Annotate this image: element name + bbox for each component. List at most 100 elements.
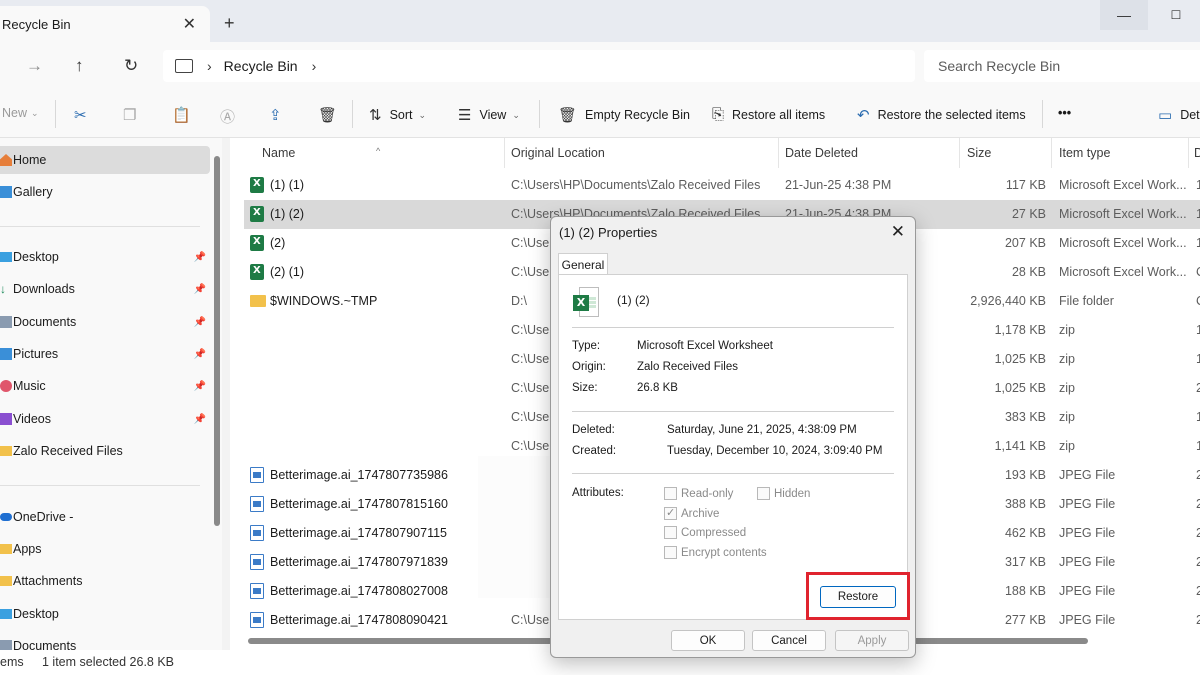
pin-icon[interactable]: 📌 [194,317,206,328]
readonly-checkbox[interactable]: Read-only [664,487,733,500]
compressed-checkbox[interactable]: Compressed [664,526,746,539]
sidebar-item-apps[interactable]: Apps [0,535,210,563]
item-count: ems [0,655,24,669]
share-button[interactable]: ⇪ [269,106,290,124]
encrypt-checkbox[interactable]: Encrypt contents [664,546,767,559]
more-options-button[interactable]: ••• [1058,106,1071,120]
chevron-right-icon[interactable]: › [207,58,212,74]
search-input[interactable]: Search Recycle Bin [924,50,1200,82]
sidebar-item-documents[interactable]: Documents 📌 [0,308,210,336]
divider [572,473,894,474]
image-file-icon [250,554,264,570]
column-divider[interactable] [959,138,960,168]
close-icon[interactable]: ✕ [891,222,905,242]
cell-name: (1) (1) [270,178,305,192]
pin-icon[interactable]: 📌 [194,414,206,425]
delete-button[interactable]: 🗑 [318,106,345,124]
restore-selected-button[interactable]: ↶ Restore the selected items [857,106,1026,124]
maximize-button[interactable]: ☐ [1152,0,1200,30]
column-divider[interactable] [1188,138,1189,168]
sidebar-item-zalo[interactable]: Zalo Received Files [0,437,210,465]
documents-icon [0,316,12,328]
tab-recycle-bin[interactable]: Recycle Bin ✕ [0,6,210,42]
sidebar-item-music[interactable]: Music 📌 [0,372,210,400]
this-pc-icon[interactable] [175,59,193,73]
address-bar[interactable]: › Recycle Bin › [163,50,915,82]
column-header-name[interactable]: Name [262,146,295,160]
paste-button[interactable]: 📋 [172,106,199,124]
new-button[interactable]: New ⌄ [2,106,39,120]
up-arrow-icon[interactable]: ↑ [75,56,84,76]
close-tab-icon[interactable]: ✕ [183,14,196,34]
column-header-size[interactable]: Size [967,146,991,160]
cell-size: 193 KB [1004,468,1046,482]
view-icon: ☰ [458,107,472,124]
column-header-row: Name ^ Original Location Date Deleted Si… [230,138,1200,168]
cell-extra: 2 [1196,381,1200,395]
sidebar-scrollbar[interactable] [214,156,220,526]
column-header-extra[interactable]: D [1194,146,1200,160]
sidebar-item-attachments[interactable]: Attachments [0,567,210,595]
sidebar-item-gallery[interactable]: Gallery [0,178,210,206]
cancel-button[interactable]: Cancel [752,630,826,651]
sidebar-item-desktop[interactable]: Desktop 📌 [0,243,210,271]
column-header-location[interactable]: Original Location [511,146,605,160]
column-header-type[interactable]: Item type [1059,146,1110,160]
restore-selected-label: Restore the selected items [877,108,1026,122]
gallery-icon [0,186,12,198]
sidebar-item-onedrive-documents[interactable]: Documents [0,632,210,650]
cell-size: 1,141 KB [994,439,1046,453]
image-file-icon [250,525,264,541]
breadcrumb-recycle-bin[interactable]: Recycle Bin [224,58,298,74]
column-header-date[interactable]: Date Deleted [785,146,858,160]
compressed-label: Compressed [681,526,747,539]
rename-button[interactable]: Ⓐ [220,106,243,127]
cell-name: Betterimage.ai_1747807735986 [270,468,448,482]
empty-recycle-bin-button[interactable]: 🗑 Empty Recycle Bin [558,106,690,124]
table-row[interactable]: (1) (1) C:\Users\HP\Documents\Zalo Receiv… [244,171,1200,200]
archive-checkbox[interactable]: Archive [664,506,719,520]
chevron-right-icon[interactable]: › [312,58,317,74]
column-divider[interactable] [504,138,505,168]
cell-name: Betterimage.ai_1747807971839 [270,555,448,569]
forward-arrow-icon[interactable]: → [26,56,43,76]
cell-type: Microsoft Excel Work... [1059,236,1187,250]
pin-icon[interactable]: 📌 [194,284,206,295]
pin-icon[interactable]: 📌 [194,349,206,360]
sidebar-item-onedrive-desktop[interactable]: Desktop [0,600,210,628]
pin-icon[interactable]: 📌 [194,381,206,392]
column-divider[interactable] [1051,138,1052,168]
tab-general[interactable]: General [558,253,608,275]
sort-button[interactable]: ⇅ Sort ⌄ [369,106,426,124]
folder-icon [0,544,12,554]
sidebar-item-label: Music [13,379,46,393]
cell-type: JPEG File [1059,497,1116,511]
sidebar-item-onedrive[interactable]: OneDrive - [0,503,210,531]
cut-button[interactable]: ✂ [74,106,95,124]
sidebar-item-home[interactable]: Home [0,146,210,174]
sidebar-item-videos[interactable]: Videos 📌 [0,405,210,433]
hidden-checkbox[interactable]: Hidden [757,487,810,500]
cell-extra: 2 [1196,468,1200,482]
apply-button[interactable]: Apply [835,630,909,651]
cell-size: 317 KB [1004,555,1046,569]
sidebar-item-pictures[interactable]: Pictures 📌 [0,340,210,368]
details-pane-button[interactable]: ▭ Det [1158,106,1200,124]
refresh-icon[interactable]: ↻ [124,56,138,76]
ok-button[interactable]: OK [671,630,745,651]
cell-size: 1,178 KB [994,323,1046,337]
restore-button[interactable]: Restore [820,586,896,608]
checkbox-box [757,487,770,500]
sidebar-item-downloads[interactable]: ↓ Downloads 📌 [0,275,210,303]
view-button[interactable]: ☰ View ⌄ [458,106,520,124]
column-divider[interactable] [778,138,779,168]
restore-all-button[interactable]: ⎘ Restore all items [712,106,825,123]
new-tab-icon[interactable]: + [224,14,235,32]
divider [0,226,200,227]
pin-icon[interactable]: 📌 [194,252,206,263]
minimize-button[interactable]: — [1100,0,1148,30]
cell-size: 2,926,440 KB [970,294,1046,308]
pictures-icon [0,348,12,360]
cell-name: Betterimage.ai_1747807907115 [270,526,447,540]
copy-button[interactable]: ❐ [123,106,144,124]
